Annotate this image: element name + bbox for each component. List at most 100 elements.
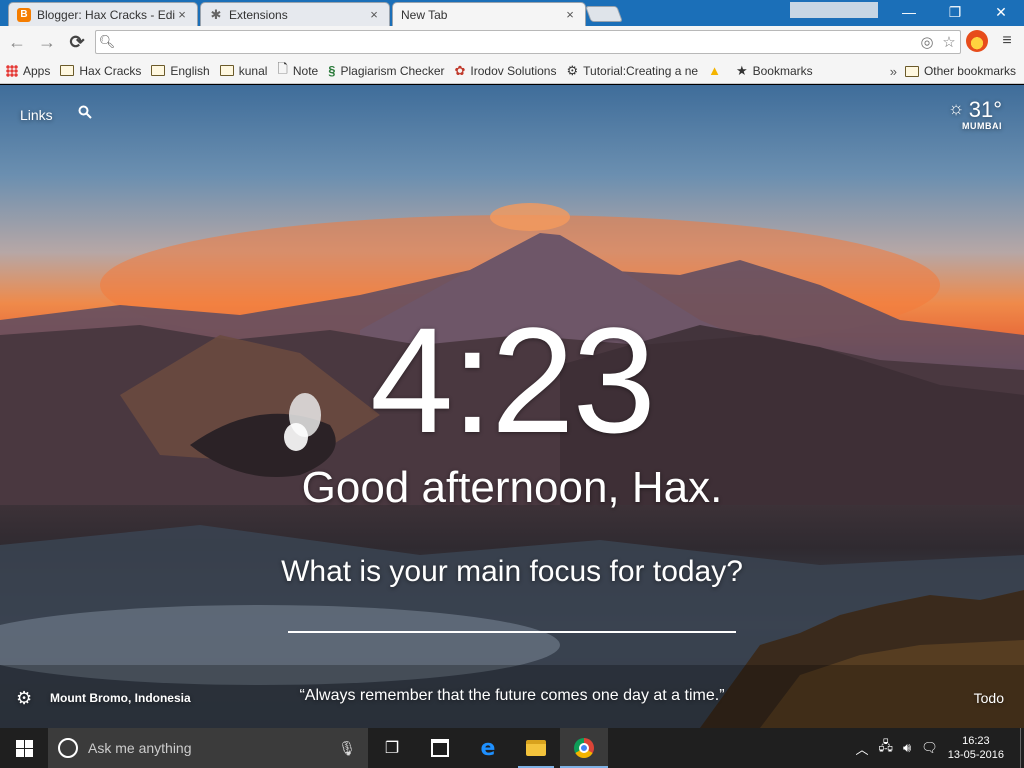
notification-icon[interactable]: 🗨︎ (921, 740, 938, 756)
drive-icon: ▲ (708, 63, 721, 78)
start-button[interactable] (0, 728, 48, 768)
taskbar-edge[interactable]: e (464, 728, 512, 768)
close-icon[interactable]: × (175, 7, 189, 22)
bookmark-plagiarism-checker[interactable]: § Plagiarism Checker (328, 63, 444, 78)
cortana-icon (58, 738, 78, 758)
todo-button[interactable]: Todo (974, 690, 1004, 706)
chevron-up-icon[interactable]: ︿ (855, 739, 868, 758)
clock-display: 4:23 (370, 296, 656, 464)
show-desktop-button[interactable] (1020, 728, 1024, 768)
folder-icon (526, 740, 546, 756)
bookmark-other-bookmarks[interactable]: Other bookmarks (904, 64, 1016, 78)
bookmark-label: Apps (23, 63, 51, 78)
windows-taskbar: Ask me anything 🎙︎ ❐ e ︿ 🖧︎ 🔊︎ 🗨︎ 16:23 … (0, 728, 1024, 768)
bookmark-label: Note (292, 63, 319, 78)
taskbar-store[interactable] (416, 728, 464, 768)
tab-new-tab[interactable]: New Tab × (392, 2, 586, 26)
page-icon: 🗋 (277, 60, 288, 76)
links-button[interactable]: Links (20, 107, 53, 123)
chrome-menu-button[interactable]: ≡ (996, 30, 1018, 52)
windows-logo-icon (15, 739, 33, 757)
greeting-text: Good afternoon, Hax. (301, 463, 723, 512)
forward-button[interactable]: → (34, 29, 60, 55)
tab-blogger[interactable]: B Blogger: Hax Cracks - Edit × (8, 2, 198, 26)
search-icon[interactable] (78, 105, 92, 123)
bookmark-label: Plagiarism Checker (340, 63, 445, 78)
taskbar-clock[interactable]: 16:23 13-05-2016 (948, 734, 1004, 762)
bookmark-label: Other bookmarks (923, 64, 1016, 78)
bookmark-bookmarks[interactable]: ★ Bookmarks (736, 63, 813, 79)
network-icon[interactable]: 🖧︎ (879, 737, 894, 759)
microphone-icon[interactable]: 🎙︎ (338, 740, 356, 757)
focus-question: What is your main focus for today? (281, 555, 743, 588)
back-button[interactable]: ← (4, 29, 30, 55)
sun-icon: ☼ (947, 98, 965, 118)
reload-button[interactable]: ⟳ (64, 29, 90, 55)
tab-title: New Tab (401, 7, 448, 22)
volume-icon[interactable]: 🔊︎ (903, 740, 911, 756)
task-view-icon: ❐ (384, 740, 400, 757)
folder-icon (904, 65, 919, 77)
bookmark-tutorial[interactable]: ⚙ Tutorial:Creating a ne (566, 63, 698, 79)
taskbar-date: 13-05-2016 (947, 749, 1004, 761)
bookmark-irodov-solutions[interactable]: ✿ Irodov Solutions (455, 63, 557, 79)
close-icon[interactable]: × (563, 7, 577, 22)
chrome-icon (574, 738, 594, 758)
folder-icon (151, 65, 166, 76)
star-icon: ★ (735, 62, 748, 78)
minimize-button[interactable]: — (886, 0, 932, 24)
daily-quote: “Always remember that the future comes o… (299, 687, 725, 704)
tab-extensions[interactable]: ✱ Extensions × (200, 2, 390, 26)
bookmark-folder-english[interactable]: English (151, 63, 210, 78)
bookmark-folder-hax-cracks[interactable]: Hax Cracks (60, 64, 141, 78)
location-target-icon[interactable]: ◎ (916, 33, 938, 51)
puzzle-icon: ✱ (210, 6, 222, 22)
fire-extension-icon[interactable] (966, 30, 988, 52)
apps-grid-icon (6, 64, 18, 77)
bookmarks-right: » Other bookmarks (890, 58, 1016, 84)
taskbar-file-explorer[interactable] (512, 728, 560, 768)
bookmark-label: Bookmarks (752, 63, 813, 78)
bookmarks-bar: Apps Hax Cracks English kunal 🗋 Note § P… (0, 58, 1024, 84)
bookmark-apps[interactable]: Apps (6, 64, 50, 78)
browser-toolbar: ← → ⟳ 🔍︎ ◎ ☆ ≡ (0, 26, 1024, 58)
star-icon[interactable]: ☆ (938, 33, 960, 51)
profile-button[interactable] (790, 2, 878, 18)
bookmark-label: kunal (238, 63, 268, 78)
edge-icon: e (480, 735, 496, 761)
bookmark-note[interactable]: 🗋 Note (277, 60, 318, 82)
s-logo-icon: § (328, 63, 336, 78)
bookmarks-overflow-button[interactable]: » (890, 64, 897, 79)
bookmark-folder-kunal[interactable]: kunal (219, 63, 268, 78)
taskbar-chrome[interactable] (560, 728, 608, 768)
new-tab-button[interactable] (585, 6, 623, 22)
bookmark-drive[interactable]: ▲ (708, 63, 726, 78)
bookmark-label: Tutorial:Creating a ne (583, 63, 699, 78)
address-input[interactable] (118, 34, 916, 50)
momentum-new-tab-page: Links ☼ 31° MUMBAI 4:23 Good afternoon, … (0, 85, 1024, 728)
focus-input[interactable] (288, 597, 736, 633)
folder-icon (219, 65, 234, 76)
omnibox[interactable]: 🔍︎ ◎ ☆ (95, 30, 961, 54)
cortana-search-box[interactable]: Ask me anything 🎙︎ (48, 728, 368, 768)
folder-icon (60, 65, 75, 76)
weather-city: MUMBAI (962, 121, 1002, 131)
system-tray: ︿ 🖧︎ 🔊︎ 🗨︎ 16:23 13-05-2016 (855, 728, 1024, 768)
close-icon[interactable]: × (367, 7, 381, 22)
tab-title: Extensions (229, 7, 288, 22)
task-view-button[interactable]: ❐ (368, 728, 416, 768)
window-close-button[interactable]: ✕ (978, 0, 1024, 24)
swirl-icon: ✿ (454, 62, 466, 78)
tab-title: Blogger: Hax Cracks - Edit (37, 7, 175, 22)
bookmark-label: Hax Cracks (79, 63, 142, 78)
browser-tab-strip: B Blogger: Hax Cracks - Edit × ✱ Extensi… (0, 0, 1024, 26)
search-icon: 🔍︎ (98, 34, 116, 49)
blogger-icon: B (17, 7, 31, 22)
bookmark-label: English (170, 63, 210, 78)
restore-button[interactable]: ❐ (932, 0, 978, 24)
weather-temperature: 31° (968, 97, 1002, 122)
store-icon (431, 739, 449, 757)
weather-widget[interactable]: ☼ 31° MUMBAI (948, 97, 1002, 131)
gear-logo-icon: ⚙ (566, 62, 579, 78)
taskbar-time: 16:23 (962, 735, 990, 747)
